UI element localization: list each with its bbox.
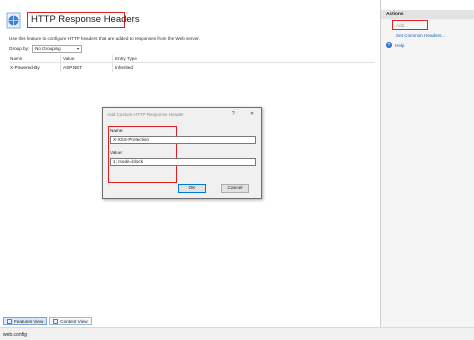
- group-by-label: Group by:: [9, 46, 30, 51]
- tab-features-view[interactable]: Features View: [3, 317, 48, 325]
- name-label: Name:: [110, 128, 124, 133]
- cell-value: ASP.NET: [60, 63, 112, 72]
- ok-button[interactable]: OK: [178, 184, 206, 193]
- table-row[interactable]: X-Powered-By ASP.NET Inherited: [9, 63, 375, 72]
- column-header-entry-type[interactable]: Entry Type: [112, 55, 192, 62]
- actions-pane: Actions Add... Set Common Headers... ? H…: [381, 10, 474, 327]
- cell-entry-type: Inherited: [112, 63, 192, 72]
- value-field[interactable]: 1; mode=block: [110, 158, 256, 166]
- cancel-button[interactable]: Cancel: [221, 184, 249, 193]
- column-header-value[interactable]: Value: [60, 55, 112, 62]
- globe-icon: [6, 12, 21, 29]
- tab-content-view[interactable]: Content View: [49, 317, 92, 325]
- name-field[interactable]: X-XSS-Protection: [110, 136, 256, 144]
- help-action[interactable]: ? Help: [386, 42, 404, 48]
- tab-features-view-label: Features View: [14, 318, 44, 324]
- tab-content-view-label: Content View: [60, 318, 88, 324]
- group-by-bar: Group by: No Grouping ▾: [9, 44, 83, 53]
- cell-name: X-Powered-By: [10, 65, 40, 70]
- status-bar: web.config: [0, 327, 474, 340]
- column-header-name[interactable]: Name: [9, 55, 60, 62]
- dialog-title: Add Custom HTTP Response Header: [107, 112, 184, 117]
- chevron-down-icon: ▾: [77, 45, 80, 51]
- help-icon: ?: [386, 42, 392, 48]
- content-view-icon: [53, 318, 59, 324]
- actions-header: Actions: [381, 10, 474, 19]
- page-title: HTTP Response Headers: [31, 14, 140, 25]
- status-text: web.config: [3, 332, 27, 338]
- view-tabs: Features View Content View: [3, 317, 92, 325]
- headers-table: Name Value Entry Type X-Powered-By ASP.N…: [9, 55, 375, 72]
- feature-description: Use this feature to configure HTTP heade…: [9, 36, 200, 41]
- dialog-close-button[interactable]: ✕: [250, 111, 254, 117]
- help-link[interactable]: Help: [395, 43, 404, 48]
- add-header-dialog: Add Custom HTTP Response Header ? ✕ Name…: [102, 107, 262, 199]
- table-header: Name Value Entry Type: [9, 55, 375, 63]
- group-by-select[interactable]: No Grouping ▾: [32, 44, 83, 53]
- value-label: Value:: [110, 150, 123, 155]
- add-action-link[interactable]: Add...: [396, 23, 408, 28]
- dialog-help-button[interactable]: ?: [232, 111, 235, 117]
- group-by-value: No Grouping: [35, 45, 61, 51]
- features-view-icon: [7, 318, 12, 324]
- set-common-headers-link[interactable]: Set Common Headers...: [396, 33, 445, 38]
